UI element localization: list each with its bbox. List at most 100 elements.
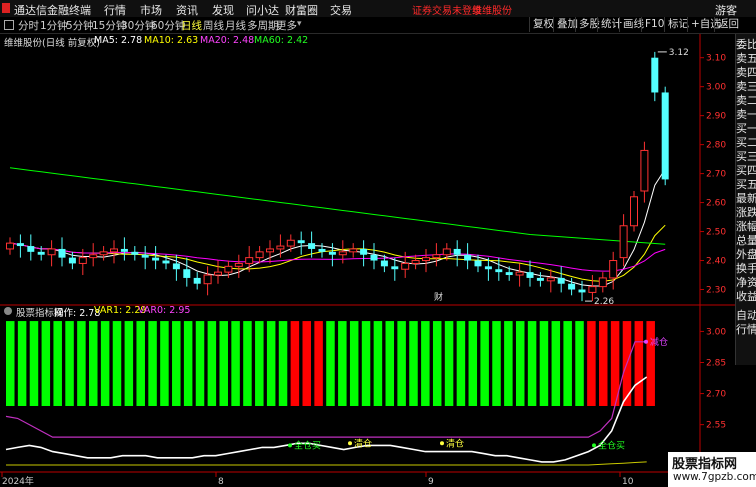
candle-body-up: [286, 239, 295, 247]
signal-label: 全仓买: [294, 439, 321, 451]
candle-body-down: [131, 251, 139, 255]
menu-hangqing[interactable]: 行情: [104, 2, 126, 18]
indicator-bar-green: [563, 321, 572, 406]
indicator-bar-green: [148, 321, 157, 406]
stock-title: 维维股份(日线 前复权): [4, 38, 100, 49]
back-button[interactable]: 返回: [714, 17, 742, 32]
candle-body-up: [598, 277, 607, 288]
indicator-bar-green: [136, 321, 145, 406]
candle-body-down: [68, 257, 76, 264]
sidebar-item-eps[interactable]: 收益: [736, 288, 756, 304]
candle-body-down: [651, 57, 659, 93]
indicator-bar-green: [349, 321, 359, 406]
indicator-bar-green: [195, 321, 205, 406]
indicator-bar-green: [278, 321, 288, 406]
candle-body-down: [308, 243, 316, 249]
quote-label[interactable]: 行情: [736, 321, 756, 337]
candle-body-down: [484, 266, 492, 270]
indicator-bar-red: [587, 321, 596, 406]
ma5-legend: MA5: 2.78: [94, 35, 143, 46]
price-tick-label: 2.60: [706, 199, 726, 209]
indicator-bar-green: [160, 321, 169, 406]
stock-name-link[interactable]: 维维股份: [472, 2, 512, 17]
price-tick-label: 2.70: [706, 170, 726, 180]
candle-body-up: [78, 257, 87, 264]
price-tick-label: 3.00: [706, 83, 726, 93]
ind-tick-label: 2.70: [706, 390, 726, 400]
period-toolbar: 分时 1分钟 5分钟 15分钟 30分钟 60分钟 日线 周线 月线 多周期 更…: [0, 17, 756, 34]
price-tick-label: 2.40: [706, 257, 726, 267]
indicator-bar-red: [314, 321, 323, 406]
candle-body-up: [89, 254, 98, 259]
indicator-bar-red: [599, 321, 608, 406]
candle-body-down: [172, 263, 180, 270]
signal-label: 减仓: [650, 336, 668, 348]
kline-chart[interactable]: 3.10 3.00 2.90 2.80 2.70 2.60 2.50 2.40 2.30 3.00…: [0, 34, 735, 487]
candle-body-down: [58, 248, 66, 258]
menu-caifuquan[interactable]: 财富圈: [285, 2, 318, 18]
indicator-bar-green: [409, 321, 418, 406]
signal-dot: [644, 339, 648, 344]
candle-body-up: [401, 262, 410, 270]
menu-faxian[interactable]: 发现: [212, 2, 234, 18]
period-multi[interactable]: 多周期: [247, 18, 279, 33]
period-1min[interactable]: 1分钟: [40, 18, 68, 33]
candle-body-down: [453, 248, 461, 255]
candle-body-up: [245, 257, 254, 264]
date-tick-label: 9: [428, 477, 434, 487]
app-logo-icon: [2, 3, 10, 13]
signal-label: 清仓: [354, 437, 372, 449]
high-label: 3.12: [669, 48, 689, 58]
candle-body-up: [47, 248, 56, 256]
period-daily[interactable]: 日线: [181, 18, 202, 33]
candle-body-up: [442, 248, 451, 256]
candle-body-up: [349, 248, 358, 253]
indicator-bar-green: [172, 321, 181, 406]
guest-login-button[interactable]: 游客: [715, 2, 737, 18]
candle-body-up: [588, 286, 597, 293]
menu-jiaoyi[interactable]: 交易: [330, 2, 352, 18]
period-5min[interactable]: 5分钟: [66, 18, 94, 33]
indicator-bar-green: [65, 321, 74, 406]
period-monthly[interactable]: 月线: [225, 18, 246, 33]
candle-body-up: [234, 262, 243, 267]
candle-body-down: [380, 260, 388, 267]
candle-body-down: [297, 240, 305, 244]
indicator-bar-green: [361, 321, 371, 406]
ind-tick-label: 3.00: [706, 327, 726, 337]
price-tick-label: 2.80: [706, 141, 726, 151]
candle-body-down: [120, 248, 128, 252]
candle-body-up: [214, 271, 222, 276]
finance-marker: 财: [434, 291, 443, 303]
indicator-bar-green: [231, 321, 240, 406]
candle-body-down: [464, 254, 472, 261]
period-fenshi[interactable]: 分时: [18, 18, 39, 33]
menu-wenxiaoda[interactable]: 问小达: [246, 2, 279, 18]
indicator-bar-green: [17, 321, 27, 406]
ma20-legend: MA20: 2.48: [200, 35, 255, 46]
ma20-line: [9, 242, 666, 272]
indicator-bar-green: [397, 321, 406, 406]
period-weekly[interactable]: 周线: [203, 18, 224, 33]
ma10-legend: MA10: 2.63: [144, 35, 199, 46]
indicator-bar-green: [456, 321, 466, 406]
menu-shichang[interactable]: 市场: [140, 2, 162, 18]
candle-body-down: [27, 246, 35, 252]
date-tick-label: 2024年: [2, 475, 34, 487]
menu-zixun[interactable]: 资讯: [176, 2, 198, 18]
indicator-bar-red: [290, 321, 300, 406]
indicator-settings-icon[interactable]: [4, 307, 12, 315]
candle-body-down: [526, 272, 534, 278]
date-tick-label: 8: [218, 477, 224, 487]
indicator-bar-green: [539, 321, 549, 406]
indicator-bar-green: [432, 321, 442, 406]
candle-body-down: [360, 248, 368, 255]
candle-body-down: [495, 269, 503, 273]
candle-body-up: [411, 260, 420, 264]
toggle-panel-icon[interactable]: [4, 20, 14, 30]
candle-body-up: [110, 248, 118, 253]
chevron-down-icon[interactable]: ▾: [297, 19, 302, 29]
candle-body-up: [224, 265, 233, 273]
period-more[interactable]: 更多: [276, 18, 297, 33]
indicator-bar-green: [504, 321, 513, 406]
